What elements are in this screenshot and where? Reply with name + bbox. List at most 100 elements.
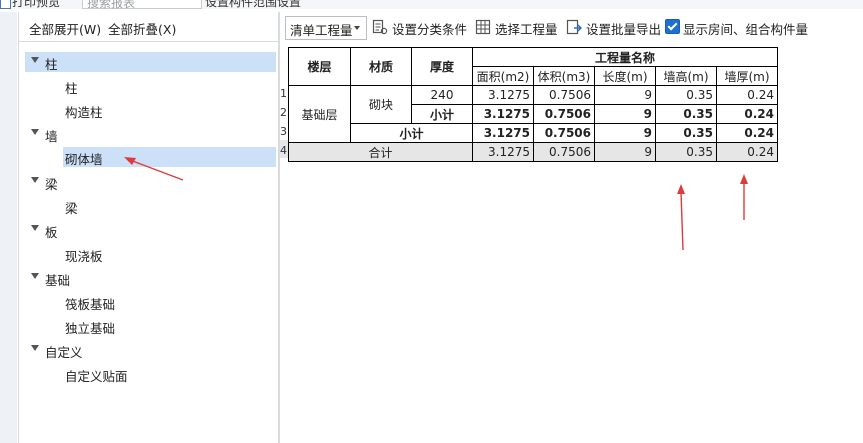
header-floor: 楼层 bbox=[288, 47, 351, 86]
tree-node-foundation[interactable]: 基础 bbox=[25, 268, 276, 288]
show-room-label: 显示房间、组合构件量 bbox=[683, 22, 809, 37]
cell-area[interactable]: 3.1275 bbox=[472, 85, 534, 105]
cell-length[interactable]: 9 bbox=[594, 123, 656, 143]
header-wall-height: 墙高(m) bbox=[655, 66, 717, 86]
tree-node-beam[interactable]: 梁 bbox=[25, 172, 276, 192]
cell-wall-height[interactable]: 0.35 bbox=[655, 104, 717, 124]
cell-wall-thickness[interactable]: 0.24 bbox=[716, 123, 778, 143]
table-row-total: 合计 3.1275 0.7506 9 0.35 0.24 bbox=[288, 142, 778, 162]
quantity-type-dropdown[interactable]: 清单工程量 bbox=[285, 16, 367, 40]
tree-item-constructional-column[interactable]: 构造柱 bbox=[25, 100, 276, 120]
cell-wall-thickness[interactable]: 0.24 bbox=[716, 104, 778, 124]
show-room-checkbox[interactable]: 显示房间、组合构件量 bbox=[665, 17, 809, 37]
left-gutter bbox=[0, 12, 17, 443]
expand-arrow-icon[interactable] bbox=[31, 273, 39, 279]
table-grid-icon bbox=[475, 19, 491, 35]
report-toolbar: 清单工程量 设置分类条件 选择工程量 设置批量导出 显示房间、组合构件量 bbox=[280, 12, 863, 42]
print-preview-icon[interactable] bbox=[0, 0, 11, 9]
tree-item-custom-facing[interactable]: 自定义贴面 bbox=[25, 364, 276, 384]
cell-subtotal-label[interactable]: 小计 bbox=[350, 123, 473, 143]
expand-arrow-icon[interactable] bbox=[31, 225, 39, 231]
cell-wall-height[interactable]: 0.35 bbox=[655, 123, 717, 143]
cell-volume[interactable]: 0.7506 bbox=[533, 104, 595, 124]
cell-total-label[interactable]: 合计 bbox=[288, 142, 473, 162]
cell-wall-height[interactable]: 0.35 bbox=[655, 85, 717, 105]
cell-wall-thickness[interactable]: 0.24 bbox=[716, 142, 778, 162]
cell-length[interactable]: 9 bbox=[594, 142, 656, 162]
tree-item-label: 柱 bbox=[65, 81, 78, 96]
expand-all-button[interactable]: 全部展开(W) bbox=[29, 19, 101, 38]
tree-item-label: 自定义贴面 bbox=[65, 369, 128, 384]
table-row: 基础层 砌块 240 3.1275 0.7506 9 0.35 0.24 bbox=[288, 85, 778, 143]
tree-node-label: 梁 bbox=[45, 177, 58, 192]
header-length: 长度(m) bbox=[594, 66, 656, 86]
cell-thickness[interactable]: 240 bbox=[411, 85, 473, 105]
set-category-label: 设置分类条件 bbox=[392, 22, 468, 37]
table-row-subtotal: 小计 3.1275 0.7506 9 0.35 0.24 bbox=[289, 123, 778, 143]
header-material: 材质 bbox=[350, 47, 412, 86]
export-icon bbox=[566, 19, 582, 35]
tree-item-raft-foundation[interactable]: 筏板基础 bbox=[25, 292, 276, 312]
row-index: 2 bbox=[280, 106, 287, 119]
tree-node-wall[interactable]: 墙 bbox=[25, 124, 276, 144]
tree-item-label: 筏板基础 bbox=[65, 297, 116, 312]
select-quantity-button[interactable]: 选择工程量 bbox=[475, 17, 558, 37]
tree-item-label: 现浇板 bbox=[65, 249, 103, 264]
quantity-table: 楼层 材质 厚度 工程量名称 面积(m2) 体积(m3) 长度(m) 墙高(m)… bbox=[288, 47, 778, 162]
tree-node-label: 柱 bbox=[45, 57, 58, 72]
cell-volume[interactable]: 0.7506 bbox=[533, 123, 595, 143]
header-quantity-name: 工程量名称 bbox=[472, 47, 778, 67]
cell-wall-height[interactable]: 0.35 bbox=[655, 142, 717, 162]
tree-item-isolated-foundation[interactable]: 独立基础 bbox=[25, 316, 276, 336]
cell-area[interactable]: 3.1275 bbox=[472, 142, 534, 162]
row-index: 1 bbox=[280, 87, 287, 100]
report-pane: 清单工程量 设置分类条件 选择工程量 设置批量导出 显示房间、组合构件量 1 2… bbox=[279, 12, 863, 443]
tree-item-label: 构造柱 bbox=[65, 105, 103, 120]
cell-volume[interactable]: 0.7506 bbox=[533, 142, 595, 162]
tree-node-label: 墙 bbox=[45, 129, 58, 144]
collapse-all-button[interactable]: 全部折叠(X) bbox=[108, 19, 176, 38]
tree-node-label: 自定义 bbox=[45, 345, 83, 360]
top-toolbar-strip: 打印预览 搜索报表 设置构件范围设置 bbox=[0, 0, 863, 9]
tree-node-label: 板 bbox=[45, 225, 58, 240]
cell-length[interactable]: 9 bbox=[594, 104, 656, 124]
expand-arrow-icon[interactable] bbox=[31, 129, 39, 135]
tree-item-masonry-wall[interactable]: 砌体墙 bbox=[63, 147, 276, 167]
cell-subtotal-label[interactable]: 小计 bbox=[411, 104, 473, 124]
set-batch-export-button[interactable]: 设置批量导出 bbox=[566, 17, 662, 37]
row-index: 4 bbox=[280, 144, 287, 157]
cell-volume[interactable]: 0.7506 bbox=[533, 85, 595, 105]
tree-item-beam[interactable]: 梁 bbox=[25, 196, 276, 216]
row-index: 3 bbox=[280, 125, 287, 138]
header-area: 面积(m2) bbox=[472, 66, 534, 86]
cell-wall-thickness[interactable]: 0.24 bbox=[716, 85, 778, 105]
tree-node-label: 基础 bbox=[45, 273, 71, 288]
checkbox-checked-icon[interactable] bbox=[665, 19, 680, 34]
cell-area[interactable]: 3.1275 bbox=[472, 123, 534, 143]
cell-length[interactable]: 9 bbox=[594, 85, 656, 105]
category-settings-icon bbox=[372, 19, 388, 35]
set-batch-export-label: 设置批量导出 bbox=[586, 22, 662, 37]
tree-node-column[interactable]: 柱 bbox=[25, 52, 276, 72]
tree-node-custom[interactable]: 自定义 bbox=[25, 340, 276, 360]
tree-item-label: 梁 bbox=[65, 201, 78, 216]
tree-item-label: 独立基础 bbox=[65, 321, 116, 336]
cell-material[interactable]: 砌块 bbox=[350, 85, 412, 124]
set-category-button[interactable]: 设置分类条件 bbox=[372, 17, 468, 37]
header-thickness: 厚度 bbox=[411, 47, 473, 86]
tree-item-column[interactable]: 柱 bbox=[25, 76, 276, 96]
tree-item-cast-in-place-slab[interactable]: 现浇板 bbox=[25, 244, 276, 264]
print-preview-button[interactable]: 打印预览 bbox=[12, 0, 60, 9]
expand-arrow-icon[interactable] bbox=[31, 57, 39, 63]
expand-arrow-icon[interactable] bbox=[31, 177, 39, 183]
report-search-input[interactable]: 搜索报表 bbox=[82, 0, 202, 9]
cell-floor[interactable]: 基础层 bbox=[288, 85, 351, 143]
report-search-placeholder: 搜索报表 bbox=[87, 0, 136, 9]
cell-area[interactable]: 3.1275 bbox=[472, 104, 534, 124]
tree-item-label: 砌体墙 bbox=[65, 152, 103, 167]
tree-node-slab[interactable]: 板 bbox=[25, 220, 276, 240]
tree-toolbar: 全部展开(W) 全部折叠(X) bbox=[19, 12, 278, 42]
select-quantity-label: 选择工程量 bbox=[495, 22, 558, 37]
component-range-setting[interactable]: 设置构件范围设置 bbox=[205, 0, 301, 9]
expand-arrow-icon[interactable] bbox=[31, 345, 39, 351]
